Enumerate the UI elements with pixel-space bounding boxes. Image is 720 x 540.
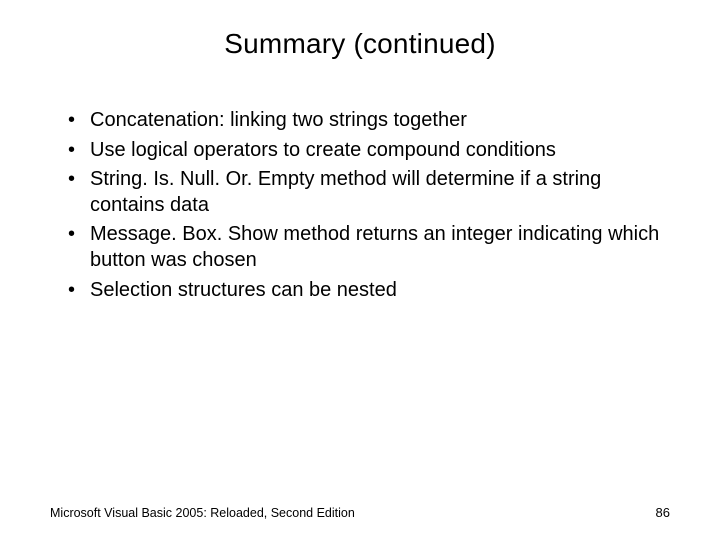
slide-container: Summary (continued) Concatenation: linki…: [0, 0, 720, 540]
list-item: Concatenation: linking two strings toget…: [68, 108, 670, 134]
list-item: Use logical operators to create compound…: [68, 138, 670, 164]
list-item: Message. Box. Show method returns an int…: [68, 222, 670, 273]
bullet-list: Concatenation: linking two strings toget…: [50, 108, 670, 303]
slide-footer: Microsoft Visual Basic 2005: Reloaded, S…: [50, 505, 670, 520]
slide-title: Summary (continued): [50, 28, 670, 60]
list-item: String. Is. Null. Or. Empty method will …: [68, 167, 670, 218]
list-item: Selection structures can be nested: [68, 278, 670, 304]
footer-page-number: 86: [656, 505, 670, 520]
footer-source: Microsoft Visual Basic 2005: Reloaded, S…: [50, 506, 355, 520]
